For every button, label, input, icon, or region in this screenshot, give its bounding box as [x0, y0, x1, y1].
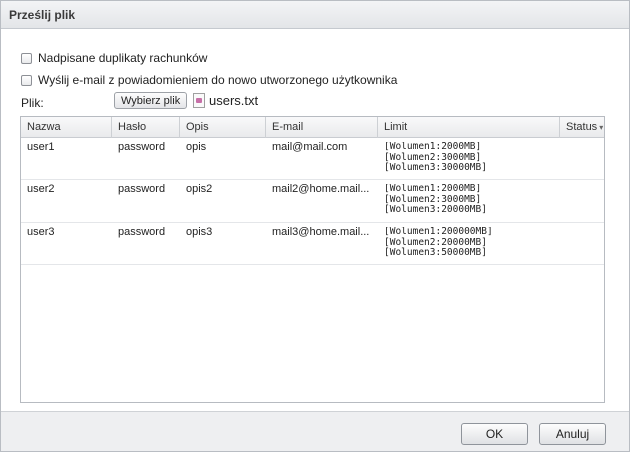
- cell-email: mail@mail.com: [272, 142, 348, 153]
- cell-email: mail3@home.mail...: [272, 227, 370, 238]
- limit-line: [Wolumen3:30000MB]: [384, 162, 487, 173]
- cell-name: user2: [27, 184, 55, 195]
- cell-password: password: [118, 184, 166, 195]
- cell-description: opis2: [186, 184, 213, 195]
- cell-email: mail2@home.mail...: [272, 184, 370, 195]
- column-header-name[interactable]: Nazwa: [21, 117, 112, 138]
- column-header-description-label: Opis: [186, 121, 209, 133]
- column-header-email[interactable]: E-mail: [266, 117, 378, 138]
- choose-file-button[interactable]: Wybierz plik: [114, 92, 188, 109]
- cell-name: user1: [27, 142, 55, 153]
- limit-line: [Wolumen3:50000MB]: [384, 247, 487, 258]
- cell-limit: [Wolumen1:200000MB] [Wolumen2:20000MB] […: [378, 227, 560, 259]
- limit-line: [Wolumen1:200000MB]: [384, 227, 493, 237]
- column-header-password[interactable]: Hasło: [112, 117, 180, 138]
- limit-line: [Wolumen1:2000MB]: [384, 142, 482, 152]
- sort-chevron-down-icon[interactable]: ▾: [599, 123, 603, 132]
- cancel-button[interactable]: Anuluj: [539, 423, 606, 445]
- cell-description: opis: [186, 142, 207, 153]
- overwrite-duplicates-label: Nadpisane duplikaty rachunków: [38, 51, 208, 65]
- table-row[interactable]: user2 password opis2 mail2@home.mail... …: [21, 180, 604, 223]
- column-header-name-label: Nazwa: [27, 121, 61, 133]
- column-header-description[interactable]: Opis: [180, 117, 266, 138]
- file-label: Plik:: [21, 96, 44, 110]
- overwrite-duplicates-checkbox[interactable]: [21, 52, 32, 64]
- column-header-limit-label: Limit: [384, 121, 408, 133]
- text-file-icon: [193, 93, 205, 108]
- table-header: Nazwa Hasło Opis E-mail Limit Status ▾: [21, 117, 604, 138]
- cell-name: user3: [27, 227, 55, 238]
- dialog-footer: OK Anuluj: [1, 411, 629, 451]
- users-table: Nazwa Hasło Opis E-mail Limit Status ▾ us…: [20, 116, 605, 403]
- upload-dialog: Prześlij plik Nadpisane duplikaty rachun…: [0, 0, 630, 452]
- limit-line: [Wolumen3:20000MB]: [384, 204, 487, 215]
- column-header-limit[interactable]: Limit: [378, 117, 560, 138]
- table-row[interactable]: user1 password opis mail@mail.com [Wolum…: [21, 138, 604, 180]
- dialog-titlebar: Prześlij plik: [1, 1, 629, 29]
- send-email-label: Wyślij e-mail z powiadomieniem do nowo u…: [38, 73, 398, 87]
- limit-line: [Wolumen1:2000MB]: [384, 184, 482, 194]
- selected-file-name: users.txt: [209, 93, 259, 108]
- cell-description: opis3: [186, 227, 213, 238]
- option-send-email[interactable]: Wyślij e-mail z powiadomieniem do nowo u…: [21, 72, 397, 88]
- cell-password: password: [118, 227, 166, 238]
- ok-button[interactable]: OK: [461, 423, 528, 445]
- dialog-title: Prześlij plik: [9, 8, 76, 22]
- send-email-checkbox[interactable]: [21, 74, 32, 86]
- column-header-status[interactable]: Status ▾: [560, 117, 604, 138]
- column-header-email-label: E-mail: [272, 121, 304, 133]
- cell-limit: [Wolumen1:2000MB] [Wolumen2:3000MB] [Wol…: [378, 184, 560, 216]
- column-header-status-label: Status: [566, 121, 598, 133]
- cell-limit: [Wolumen1:2000MB] [Wolumen2:3000MB] [Wol…: [378, 142, 560, 174]
- column-header-password-label: Hasło: [118, 121, 147, 133]
- option-overwrite-duplicates[interactable]: Nadpisane duplikaty rachunków: [21, 50, 207, 66]
- cell-password: password: [118, 142, 166, 153]
- table-row[interactable]: user3 password opis3 mail3@home.mail... …: [21, 223, 604, 265]
